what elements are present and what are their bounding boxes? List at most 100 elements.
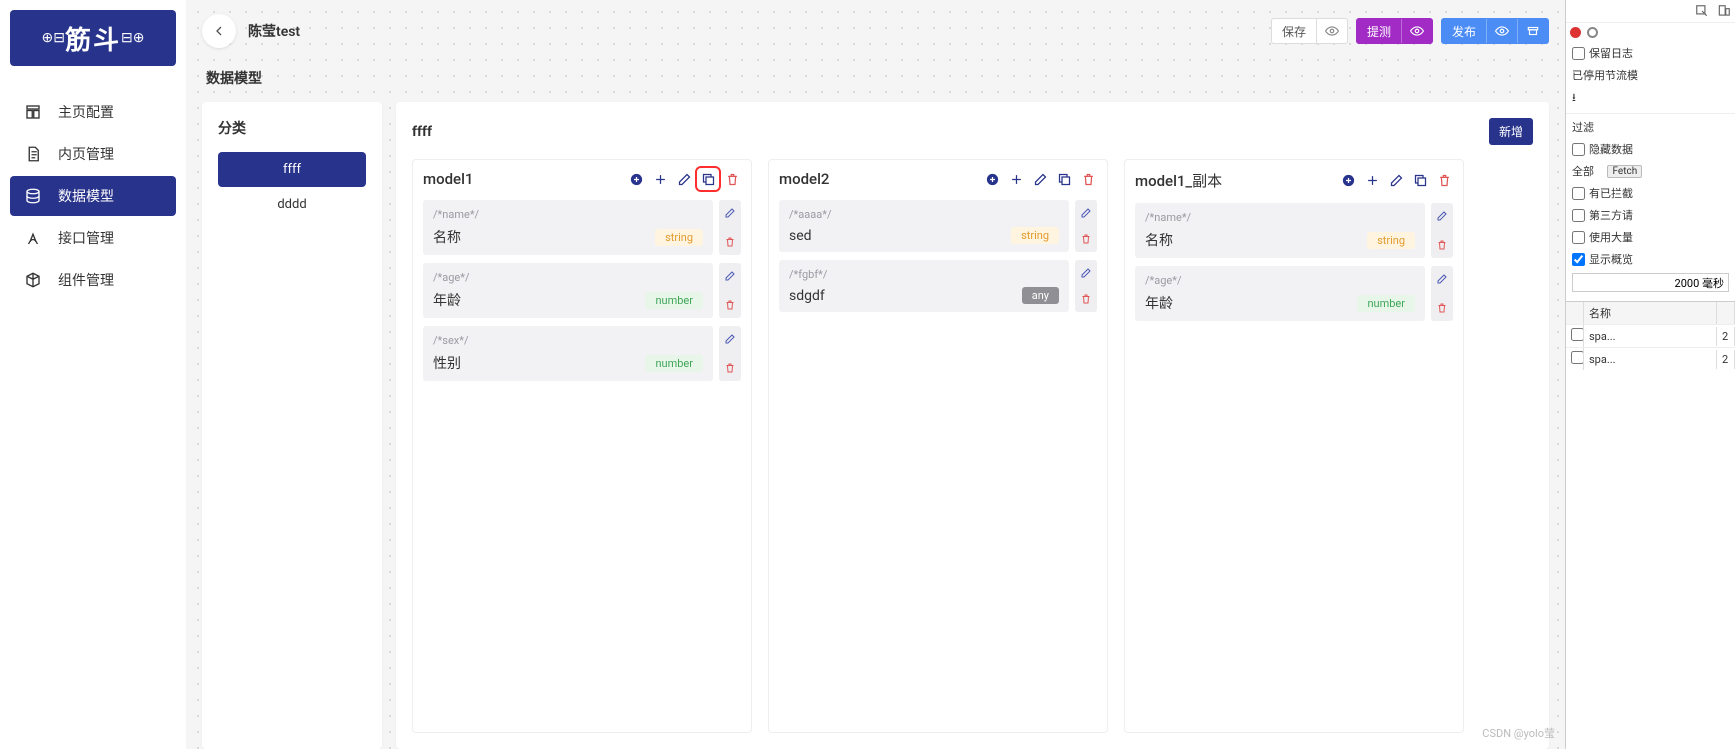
plus-icon[interactable] <box>651 170 669 188</box>
type-tag: number <box>1357 295 1415 312</box>
delete-field-icon[interactable] <box>1079 232 1093 246</box>
add-filled-icon[interactable] <box>627 170 645 188</box>
record-icon[interactable] <box>1570 27 1581 38</box>
thirdparty-checkbox[interactable] <box>1572 209 1585 222</box>
delete-icon[interactable] <box>1079 170 1097 188</box>
preview-checkbox[interactable] <box>1572 253 1585 266</box>
model-title: model2 <box>779 170 829 188</box>
plus-icon[interactable] <box>1007 170 1025 188</box>
nav-item-home[interactable]: 主页配置 <box>10 92 176 132</box>
category-item[interactable]: ffff <box>218 152 366 187</box>
field-comment: /*aaaa*/ <box>789 208 1059 221</box>
field-name: 年龄 <box>433 290 461 310</box>
field-row: /*aaaa*/sedstring <box>779 200 1097 252</box>
filter-label: 过滤 <box>1566 116 1735 138</box>
publish-button[interactable]: 发布 <box>1441 18 1549 44</box>
edit-field-icon[interactable] <box>723 206 737 220</box>
field-comment: /*name*/ <box>1145 211 1415 224</box>
delete-icon[interactable] <box>723 170 741 188</box>
blocked-checkbox[interactable] <box>1572 187 1585 200</box>
field-row: /*fgbf*/sdgdfany <box>779 260 1097 312</box>
copy-icon[interactable] <box>1411 172 1429 190</box>
edit-field-icon[interactable] <box>1435 272 1449 286</box>
nav-label: 数据模型 <box>58 186 114 206</box>
type-tag: string <box>1367 232 1415 249</box>
archive-icon[interactable] <box>1517 19 1548 43</box>
models-panel: ffff 新增 model1/*name*/名称string/*age*/年龄n… <box>396 102 1549 749</box>
nav-label: 接口管理 <box>58 228 114 248</box>
topbar: 陈莹test 保存 提测 发布 <box>202 14 1549 48</box>
field-comment: /*age*/ <box>1145 274 1415 287</box>
edit-field-icon[interactable] <box>1435 209 1449 223</box>
ms-input[interactable] <box>1572 273 1729 292</box>
add-model-button[interactable]: 新增 <box>1489 118 1533 145</box>
field-row: /*name*/ 名称 string <box>1135 203 1453 258</box>
delete-field-icon[interactable] <box>723 361 737 375</box>
submit-button[interactable]: 提测 <box>1356 18 1433 44</box>
delete-icon[interactable] <box>1435 172 1453 190</box>
delete-field-icon[interactable] <box>1435 301 1449 315</box>
copy-icon[interactable] <box>1055 170 1073 188</box>
nav-item-comp[interactable]: 组件管理 <box>10 260 176 300</box>
edit-field-icon[interactable] <box>1079 206 1093 220</box>
inspect-icon[interactable] <box>1695 4 1709 18</box>
field-name: sed <box>789 228 812 244</box>
eye-icon[interactable] <box>1486 19 1517 43</box>
type-tag: any <box>1022 287 1059 304</box>
edit-field-icon[interactable] <box>723 269 737 283</box>
nav-item-pages[interactable]: 内页管理 <box>10 134 176 174</box>
category-item[interactable]: dddd <box>218 187 366 222</box>
add-filled-icon[interactable] <box>983 170 1001 188</box>
large-checkbox[interactable] <box>1572 231 1585 244</box>
edit-icon[interactable] <box>675 170 693 188</box>
edit-icon[interactable] <box>1031 170 1049 188</box>
category-panel: 分类 ffffdddd <box>202 102 382 749</box>
model-card: model1/*name*/名称string/*age*/年龄number/*s… <box>412 159 752 733</box>
model-title: model1_副本 <box>1135 170 1222 191</box>
throttle-status: 已停用节流模 <box>1566 64 1735 86</box>
category-title: 分类 <box>218 118 366 138</box>
network-row[interactable]: spa...2 <box>1566 324 1735 347</box>
data-icon <box>24 187 42 205</box>
nav-label: 组件管理 <box>58 270 114 290</box>
edit-field-icon[interactable] <box>723 332 737 346</box>
nav-item-data[interactable]: 数据模型 <box>10 176 176 216</box>
delete-field-icon[interactable] <box>1079 292 1093 306</box>
delete-field-icon[interactable] <box>723 298 737 312</box>
save-button[interactable]: 保存 <box>1271 18 1348 44</box>
pages-icon <box>24 145 42 163</box>
edit-icon[interactable] <box>1387 172 1405 190</box>
nav-label: 内页管理 <box>58 144 114 164</box>
device-icon[interactable] <box>1717 4 1731 18</box>
filter-all[interactable]: 全部 <box>1572 163 1594 179</box>
edit-field-icon[interactable] <box>1079 266 1093 280</box>
sidebar: ⊕⊟ 筋斗 ⊟⊕ 主页配置内页管理数据模型接口管理组件管理 <box>0 0 186 749</box>
field-comment: /*name*/ <box>433 208 703 221</box>
delete-field-icon[interactable] <box>723 235 737 249</box>
header-actions: 保存 提测 发布 <box>1271 18 1549 44</box>
field-row: /*name*/ 名称 string <box>423 200 741 255</box>
clear-icon[interactable] <box>1587 27 1598 38</box>
add-filled-icon[interactable] <box>1339 172 1357 190</box>
field-name: 名称 <box>433 227 461 247</box>
type-tag: string <box>655 229 703 246</box>
watermark: CSDN @yolo莹 <box>1482 725 1555 741</box>
download-icon[interactable]: ⭳ <box>1572 89 1576 108</box>
eye-icon[interactable] <box>1401 19 1432 43</box>
comp-icon <box>24 271 42 289</box>
plus-icon[interactable] <box>1363 172 1381 190</box>
network-row[interactable]: spa...2 <box>1566 347 1735 370</box>
nav-item-api[interactable]: 接口管理 <box>10 218 176 258</box>
hide-data-checkbox[interactable] <box>1572 143 1585 156</box>
delete-field-icon[interactable] <box>1435 238 1449 252</box>
field-name: sdgdf <box>789 288 825 304</box>
eye-icon[interactable] <box>1316 19 1347 43</box>
field-name: 名称 <box>1145 230 1173 250</box>
filter-fetch[interactable]: Fetch <box>1607 165 1642 178</box>
page-title: 陈莹test <box>248 21 300 41</box>
field-row: /*age*/年龄number <box>423 263 741 318</box>
keep-log-checkbox[interactable] <box>1572 47 1585 60</box>
back-button[interactable] <box>202 14 236 48</box>
models-title: ffff <box>412 124 432 140</box>
copy-icon[interactable] <box>699 170 717 188</box>
